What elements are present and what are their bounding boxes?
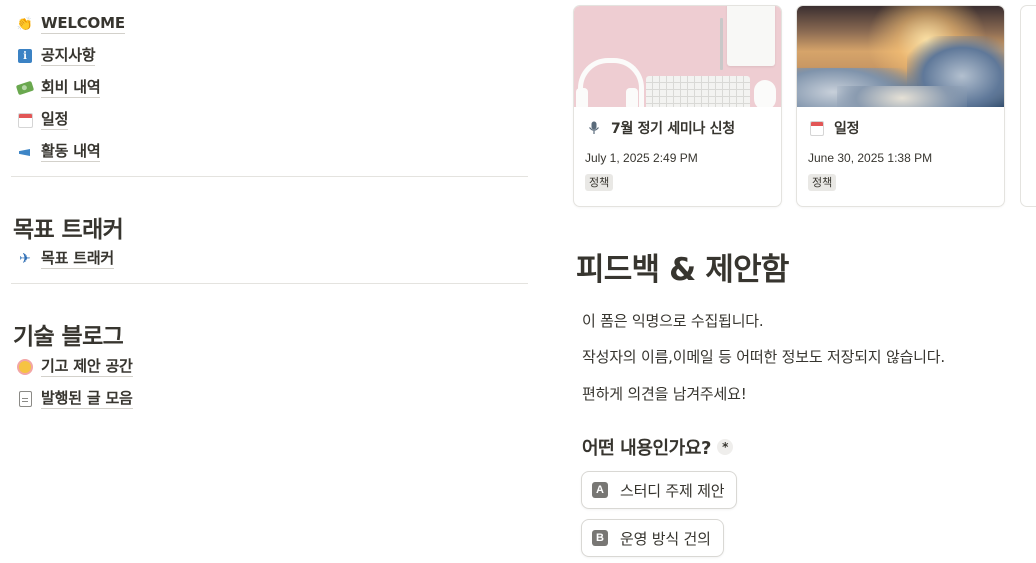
nav-item-published[interactable]: 발행된 글 모음	[16, 388, 133, 410]
nav-item-notice[interactable]: i 공지사항	[16, 45, 96, 67]
nav-item-label: WELCOME	[41, 14, 125, 34]
nav-item-label: 일정	[41, 110, 69, 130]
divider	[11, 176, 528, 177]
question-label: 어떤 내용인가요?	[582, 438, 712, 459]
form-description-line: 작성자의 이름,이메일 등 어떠한 정보도 저장되지 않습니다.	[582, 348, 945, 366]
nav-item-label: 발행된 글 모음	[41, 389, 133, 409]
nav-item-schedule[interactable]: 일정	[16, 109, 68, 131]
nav-item-welcome[interactable]: 👏 WELCOME	[16, 13, 125, 35]
card-cover-image	[797, 6, 1004, 107]
card-title: 7월 정기 세미나 신청	[611, 121, 735, 137]
goals-heading: 목표 트래커	[13, 217, 124, 243]
blog-heading: 기술 블로그	[13, 324, 124, 350]
card-cover-image	[574, 6, 781, 107]
gallery-card-partial[interactable]	[1020, 5, 1036, 207]
nav-item-dues[interactable]: 회비 내역	[15, 77, 101, 99]
nav-item-label: 공지사항	[41, 46, 96, 66]
form-question: 어떤 내용인가요? *	[582, 434, 734, 460]
microphone-icon	[587, 121, 601, 135]
required-indicator: *	[717, 439, 734, 455]
left-column: 👏 WELCOME i 공지사항 회비 내역 일정 활동 내역 목표 트래커 ✈…	[0, 0, 540, 563]
card-tag: 정책	[585, 174, 614, 191]
gallery-card-seminar[interactable]: 7월 정기 세미나 신청 July 1, 2025 2:49 PM 정책	[573, 5, 782, 207]
card-date: June 30, 2025 1:38 PM	[808, 151, 933, 165]
card-date: July 1, 2025 2:49 PM	[585, 151, 698, 165]
divider	[11, 283, 528, 284]
money-icon	[15, 79, 35, 97]
nav-item-contribution[interactable]: 기고 제안 공간	[16, 356, 133, 378]
clapping-hands-icon: 👏	[16, 16, 34, 32]
option-study-topic[interactable]: A 스터디 주제 제안	[581, 471, 738, 509]
card-title: 일정	[834, 121, 860, 137]
airplane-icon: ✈	[19, 251, 31, 267]
nav-item-activity[interactable]: 활동 내역	[16, 141, 101, 163]
megaphone-icon	[16, 143, 34, 161]
option-operation-suggestion[interactable]: B 운영 방식 건의	[581, 519, 724, 557]
nav-item-label: 기고 제안 공간	[41, 357, 133, 377]
card-tag: 정책	[808, 174, 837, 191]
option-key-badge: B	[592, 530, 608, 546]
form-title: 피드백 & 제안함	[576, 252, 789, 288]
form-description-line: 이 폼은 익명으로 수집됩니다.	[582, 312, 764, 330]
option-key-badge: A	[592, 482, 608, 498]
calendar-icon	[810, 120, 824, 136]
option-label: 스터디 주제 제안	[620, 481, 725, 500]
flower-icon	[16, 358, 34, 376]
info-icon: i	[16, 47, 34, 65]
document-icon	[16, 390, 34, 408]
nav-item-label: 회비 내역	[41, 78, 101, 98]
calendar-icon	[16, 111, 34, 129]
nav-item-label: 활동 내역	[41, 142, 101, 162]
nav-item-label: 목표 트래커	[41, 249, 115, 269]
nav-item-goal-tracker[interactable]: ✈ 목표 트래커	[16, 248, 114, 270]
option-label: 운영 방식 건의	[620, 529, 711, 548]
gallery-card-schedule[interactable]: 일정 June 30, 2025 1:38 PM 정책	[796, 5, 1005, 207]
form-description-line: 편하게 의견을 남겨주세요!	[582, 385, 747, 403]
